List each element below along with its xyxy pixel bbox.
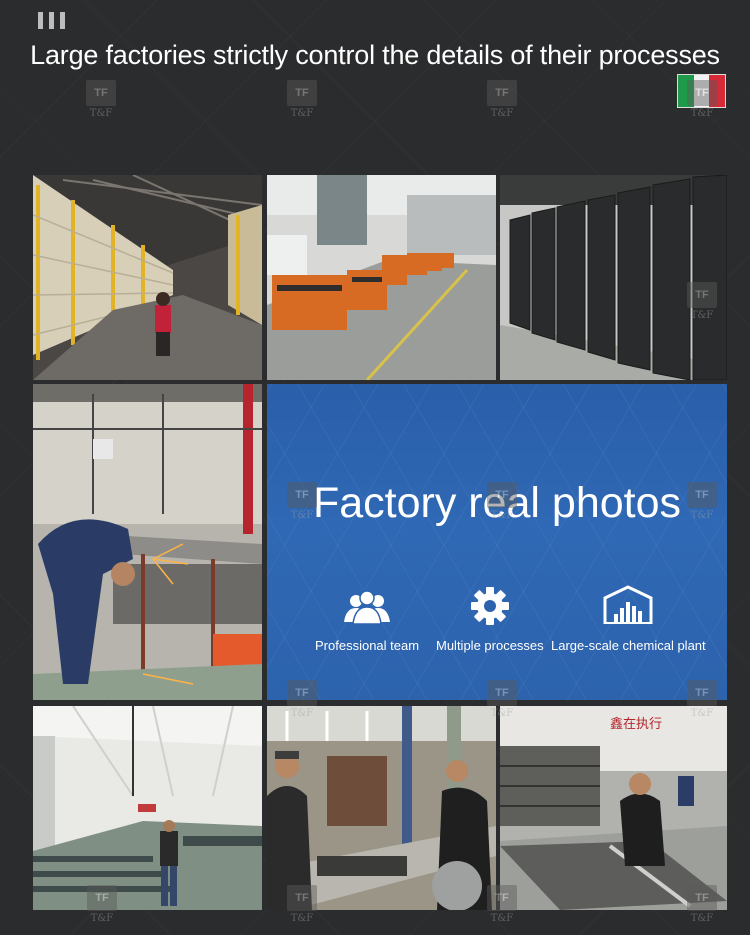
feature-multiple-processes: Multiple processes: [436, 584, 544, 653]
watermark-logo: TF T&F: [284, 482, 320, 528]
watermark-logo: TF T&F: [684, 282, 720, 328]
gear-icon: [470, 584, 510, 626]
watermark-logo: TF T&F: [484, 482, 520, 528]
watermark-logo: TF T&F: [84, 885, 120, 931]
feature-label: Multiple processes: [436, 638, 544, 653]
welding-worker-photo: [33, 384, 262, 700]
factory-banner: Factory real photos Professional team: [267, 384, 727, 700]
factory-icon: [602, 584, 654, 626]
feature-professional-team: Professional team: [315, 584, 419, 653]
frame-assembly-photo: 鑫在执行: [500, 706, 727, 910]
watermark-logo: TF T&F: [684, 885, 720, 931]
watermark-logo: TF T&F: [83, 80, 119, 126]
feature-label: Professional team: [315, 638, 420, 653]
watermark-logo: TF T&F: [284, 885, 320, 931]
page-headline: Large factories strictly control the det…: [30, 40, 720, 70]
workshop-hall-photo: [33, 706, 262, 910]
watermark-logo: TF T&F: [684, 680, 720, 726]
feature-chemical-plant: Large-scale chemical plant: [551, 584, 706, 653]
factory-sign-text: 鑫在执行: [610, 716, 662, 732]
team-icon: [342, 584, 392, 626]
assembly-workers-photo: [267, 706, 496, 910]
watermark-logo: TF T&F: [484, 885, 520, 931]
watermark-logo: TF T&F: [684, 482, 720, 528]
menu-bars-icon[interactable]: [38, 12, 65, 29]
warehouse-racks-photo: [33, 175, 262, 380]
production-line-photo: [267, 175, 496, 380]
watermark-logo: TF T&F: [484, 80, 520, 126]
watermark-logo: TF T&F: [284, 80, 320, 126]
finished-doors-photo: [500, 175, 727, 380]
watermark-logo: TF T&F: [484, 680, 520, 726]
feature-label: Large-scale chemical plant: [551, 638, 706, 653]
watermark-logo: TF T&F: [684, 80, 720, 126]
watermark-logo: TF T&F: [284, 680, 320, 726]
